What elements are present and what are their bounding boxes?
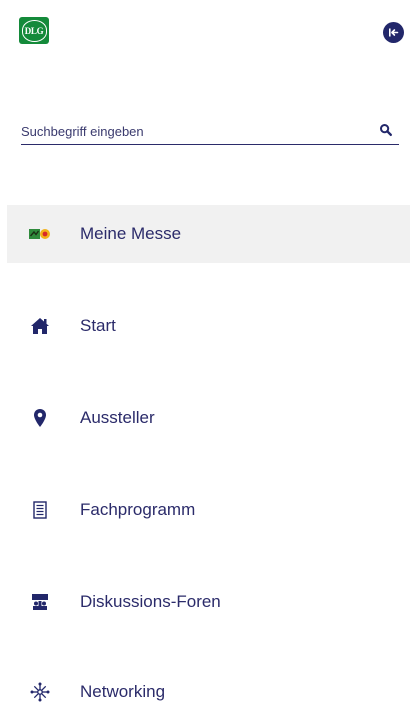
nav-label-start: Start: [80, 316, 116, 335]
collapse-sidebar-button[interactable]: [383, 22, 404, 43]
search-bar: [21, 118, 399, 145]
nav-label-diskussions-foren: Diskussions-Foren: [80, 592, 221, 611]
nav-item-aussteller[interactable]: Aussteller: [7, 389, 410, 447]
nav-label-networking: Networking: [80, 682, 166, 701]
forum-icon: [29, 591, 51, 613]
search-icon[interactable]: [379, 123, 393, 137]
nav-item-fachprogramm[interactable]: Fachprogramm: [7, 481, 410, 539]
search-input[interactable]: [21, 120, 361, 142]
nav-label-aussteller: Aussteller: [80, 408, 155, 427]
my-fair-icon: [29, 223, 51, 245]
home-icon: [29, 315, 51, 337]
nav-label-fachprogramm: Fachprogramm: [80, 500, 196, 519]
nav-item-start[interactable]: Start: [7, 297, 410, 355]
nav-item-diskussions-foren[interactable]: Diskussions-Foren: [7, 573, 410, 631]
map-pin-icon: [29, 407, 51, 429]
nav-item-networking[interactable]: Networking: [7, 663, 410, 721]
nav-item-meine-messe[interactable]: Meine Messe: [7, 205, 410, 263]
network-icon: [29, 681, 51, 703]
dlg-logo[interactable]: DLG: [19, 17, 49, 44]
nav-label-meine-messe: Meine Messe: [80, 224, 182, 243]
dlg-logo-text: DLG: [21, 19, 47, 42]
list-document-icon: [29, 499, 51, 521]
collapse-left-icon: [389, 28, 399, 37]
